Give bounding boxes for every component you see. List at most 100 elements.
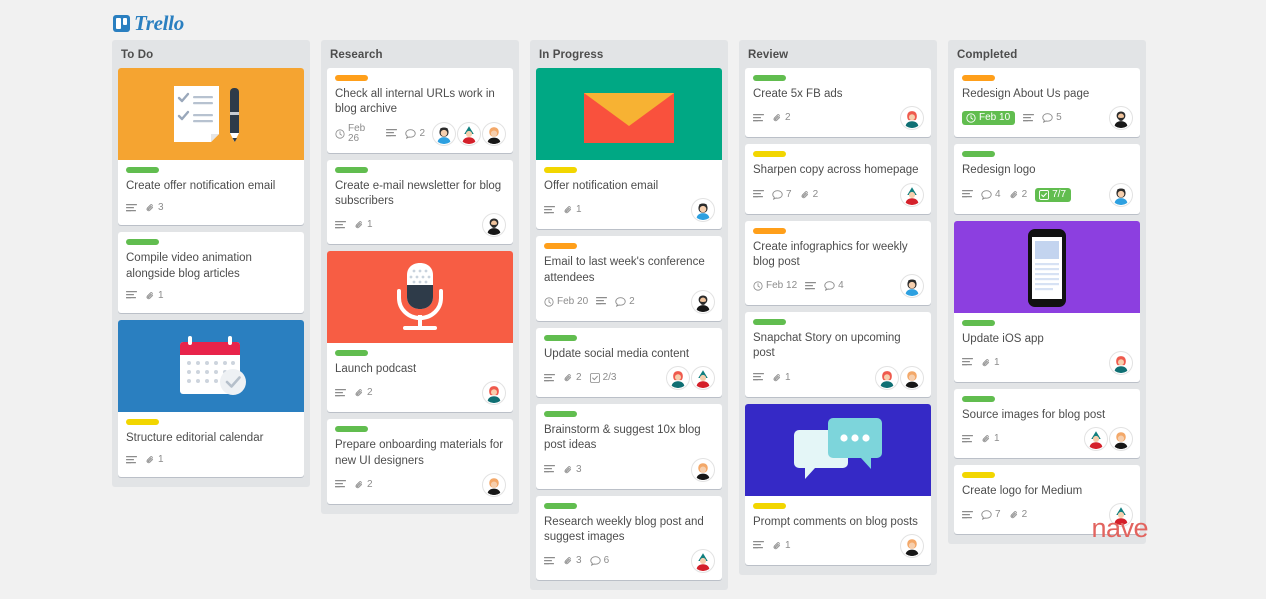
board-card[interactable]: Create 5x FB ads 2 bbox=[745, 68, 931, 138]
clock-icon bbox=[966, 113, 976, 123]
avatar[interactable] bbox=[692, 290, 714, 313]
card-members bbox=[901, 183, 923, 206]
card-label-yellow[interactable] bbox=[753, 151, 786, 158]
card-label-green[interactable] bbox=[962, 395, 995, 402]
board-card[interactable]: Snapchat Story on upcoming post 1 bbox=[745, 312, 931, 397]
avatar[interactable] bbox=[483, 473, 505, 496]
board-card[interactable]: Update iOS app 1 bbox=[954, 220, 1140, 382]
board-card[interactable]: Structure editorial calendar 1 bbox=[118, 319, 304, 478]
card-label-green[interactable] bbox=[335, 350, 368, 357]
avatar[interactable] bbox=[901, 183, 923, 206]
card-label-yellow[interactable] bbox=[753, 502, 786, 509]
card-body: Structure editorial calendar 1 bbox=[118, 412, 304, 477]
card-label-green[interactable] bbox=[544, 411, 577, 418]
avatar[interactable] bbox=[483, 382, 505, 405]
card-label-green[interactable] bbox=[335, 166, 368, 173]
board-card[interactable]: Brainstorm & suggest 10x blog post ideas… bbox=[536, 404, 722, 489]
column-card-list: Redesign About Us page Feb 10 5 Redesign lo… bbox=[954, 68, 1140, 535]
board-card[interactable]: Prepare onboarding materials for new UI … bbox=[327, 419, 513, 504]
board-card[interactable]: Create e-mail newsletter for blog subscr… bbox=[327, 159, 513, 245]
card-label-dark_orange[interactable] bbox=[544, 243, 577, 250]
card-label-yellow[interactable] bbox=[126, 418, 159, 425]
avatar[interactable] bbox=[1110, 428, 1132, 451]
board-card[interactable]: Sharpen copy across homepage 7 2 bbox=[745, 144, 931, 214]
description-icon bbox=[753, 373, 764, 382]
card-label-green[interactable] bbox=[126, 239, 159, 246]
avatar[interactable] bbox=[901, 107, 923, 130]
avatar[interactable] bbox=[692, 458, 714, 481]
board-card[interactable]: Launch podcast 2 bbox=[327, 251, 513, 413]
comment-icon bbox=[981, 510, 992, 521]
board-card[interactable]: Compile video animation alongside blog a… bbox=[118, 232, 304, 313]
card-title: Email to last week's conference attendee… bbox=[544, 256, 705, 284]
card-label-yellow[interactable] bbox=[962, 472, 995, 479]
card-body: Create 5x FB ads 2 bbox=[745, 68, 931, 137]
avatar[interactable] bbox=[458, 122, 480, 145]
avatar[interactable] bbox=[433, 122, 455, 145]
avatar[interactable] bbox=[1110, 107, 1132, 130]
board-card[interactable]: Create infographics for weekly blog post… bbox=[745, 220, 931, 306]
trello-logo[interactable]: Trello bbox=[113, 11, 184, 36]
column-title[interactable]: Research bbox=[327, 47, 513, 68]
board-card[interactable]: Source images for blog post 1 bbox=[954, 388, 1140, 459]
description-icon bbox=[544, 205, 555, 215]
comment-icon bbox=[589, 556, 601, 567]
avatar[interactable] bbox=[901, 366, 923, 389]
card-body: Offer notification email 1 bbox=[536, 160, 722, 229]
avatar[interactable] bbox=[1085, 428, 1107, 451]
avatar[interactable] bbox=[901, 534, 923, 557]
card-label-dark_orange[interactable] bbox=[962, 75, 995, 81]
card-title: Structure editorial calendar bbox=[126, 431, 264, 444]
board-card[interactable]: Check all internal URLs work in blog arc… bbox=[327, 68, 513, 153]
badge-text: 3 bbox=[576, 463, 582, 475]
description-icon bbox=[126, 291, 137, 300]
card-label-green[interactable] bbox=[544, 334, 577, 341]
board-card[interactable]: Offer notification email 1 bbox=[536, 68, 722, 230]
avatar[interactable] bbox=[692, 550, 714, 573]
card-label-green[interactable] bbox=[753, 75, 786, 81]
card-label-green[interactable] bbox=[335, 426, 368, 433]
comment-badge: 2 bbox=[615, 296, 635, 307]
board-card[interactable]: Update social media content 2 2/3 bbox=[536, 327, 722, 398]
column-title[interactable]: In Progress bbox=[536, 47, 722, 68]
description-icon bbox=[544, 465, 555, 474]
comment-icon bbox=[824, 281, 835, 292]
column-title[interactable]: To Do bbox=[118, 47, 304, 68]
card-label-green[interactable] bbox=[962, 151, 995, 158]
card-badges: 36 bbox=[544, 550, 714, 573]
card-members bbox=[1110, 107, 1132, 130]
attachment-badge: 2 bbox=[772, 113, 791, 123]
card-label-yellow[interactable] bbox=[544, 167, 577, 173]
avatar[interactable] bbox=[483, 122, 505, 145]
avatar[interactable] bbox=[692, 199, 714, 222]
badge-text: 4 bbox=[838, 280, 844, 292]
card-label-green[interactable] bbox=[126, 167, 159, 173]
card-body: Create offer notification email 3 bbox=[118, 160, 304, 225]
board-card[interactable]: Create offer notification email 3 bbox=[118, 68, 304, 226]
comment-icon bbox=[981, 189, 992, 200]
description-icon bbox=[753, 190, 764, 199]
card-members bbox=[692, 290, 714, 313]
card-body: Snapchat Story on upcoming post 1 bbox=[745, 312, 931, 397]
card-label-green[interactable] bbox=[962, 319, 995, 326]
avatar[interactable] bbox=[876, 366, 898, 389]
board-card[interactable]: Research weekly blog post and suggest im… bbox=[536, 495, 722, 581]
card-label-green[interactable] bbox=[753, 319, 786, 326]
board-card[interactable]: Redesign logo 4 2 7/7 bbox=[954, 144, 1140, 214]
card-label-dark_orange[interactable] bbox=[335, 75, 368, 81]
avatar[interactable] bbox=[901, 275, 923, 298]
avatar[interactable] bbox=[667, 367, 689, 390]
avatar[interactable] bbox=[483, 214, 505, 237]
avatar[interactable] bbox=[1110, 351, 1132, 374]
column-title[interactable]: Completed bbox=[954, 47, 1140, 68]
avatar[interactable] bbox=[692, 367, 714, 390]
column-title[interactable]: Review bbox=[745, 47, 931, 68]
avatar[interactable] bbox=[1110, 183, 1132, 206]
card-label-dark_orange[interactable] bbox=[753, 227, 786, 234]
card-label-green[interactable] bbox=[544, 502, 577, 509]
board-card[interactable]: Redesign About Us page Feb 10 5 bbox=[954, 68, 1140, 138]
attachment-icon bbox=[354, 388, 364, 398]
card-badges: 2 bbox=[335, 382, 505, 405]
board-card[interactable]: Email to last week's conference attendee… bbox=[536, 236, 722, 321]
board-card[interactable]: Prompt comments on blog posts 1 bbox=[745, 403, 931, 565]
